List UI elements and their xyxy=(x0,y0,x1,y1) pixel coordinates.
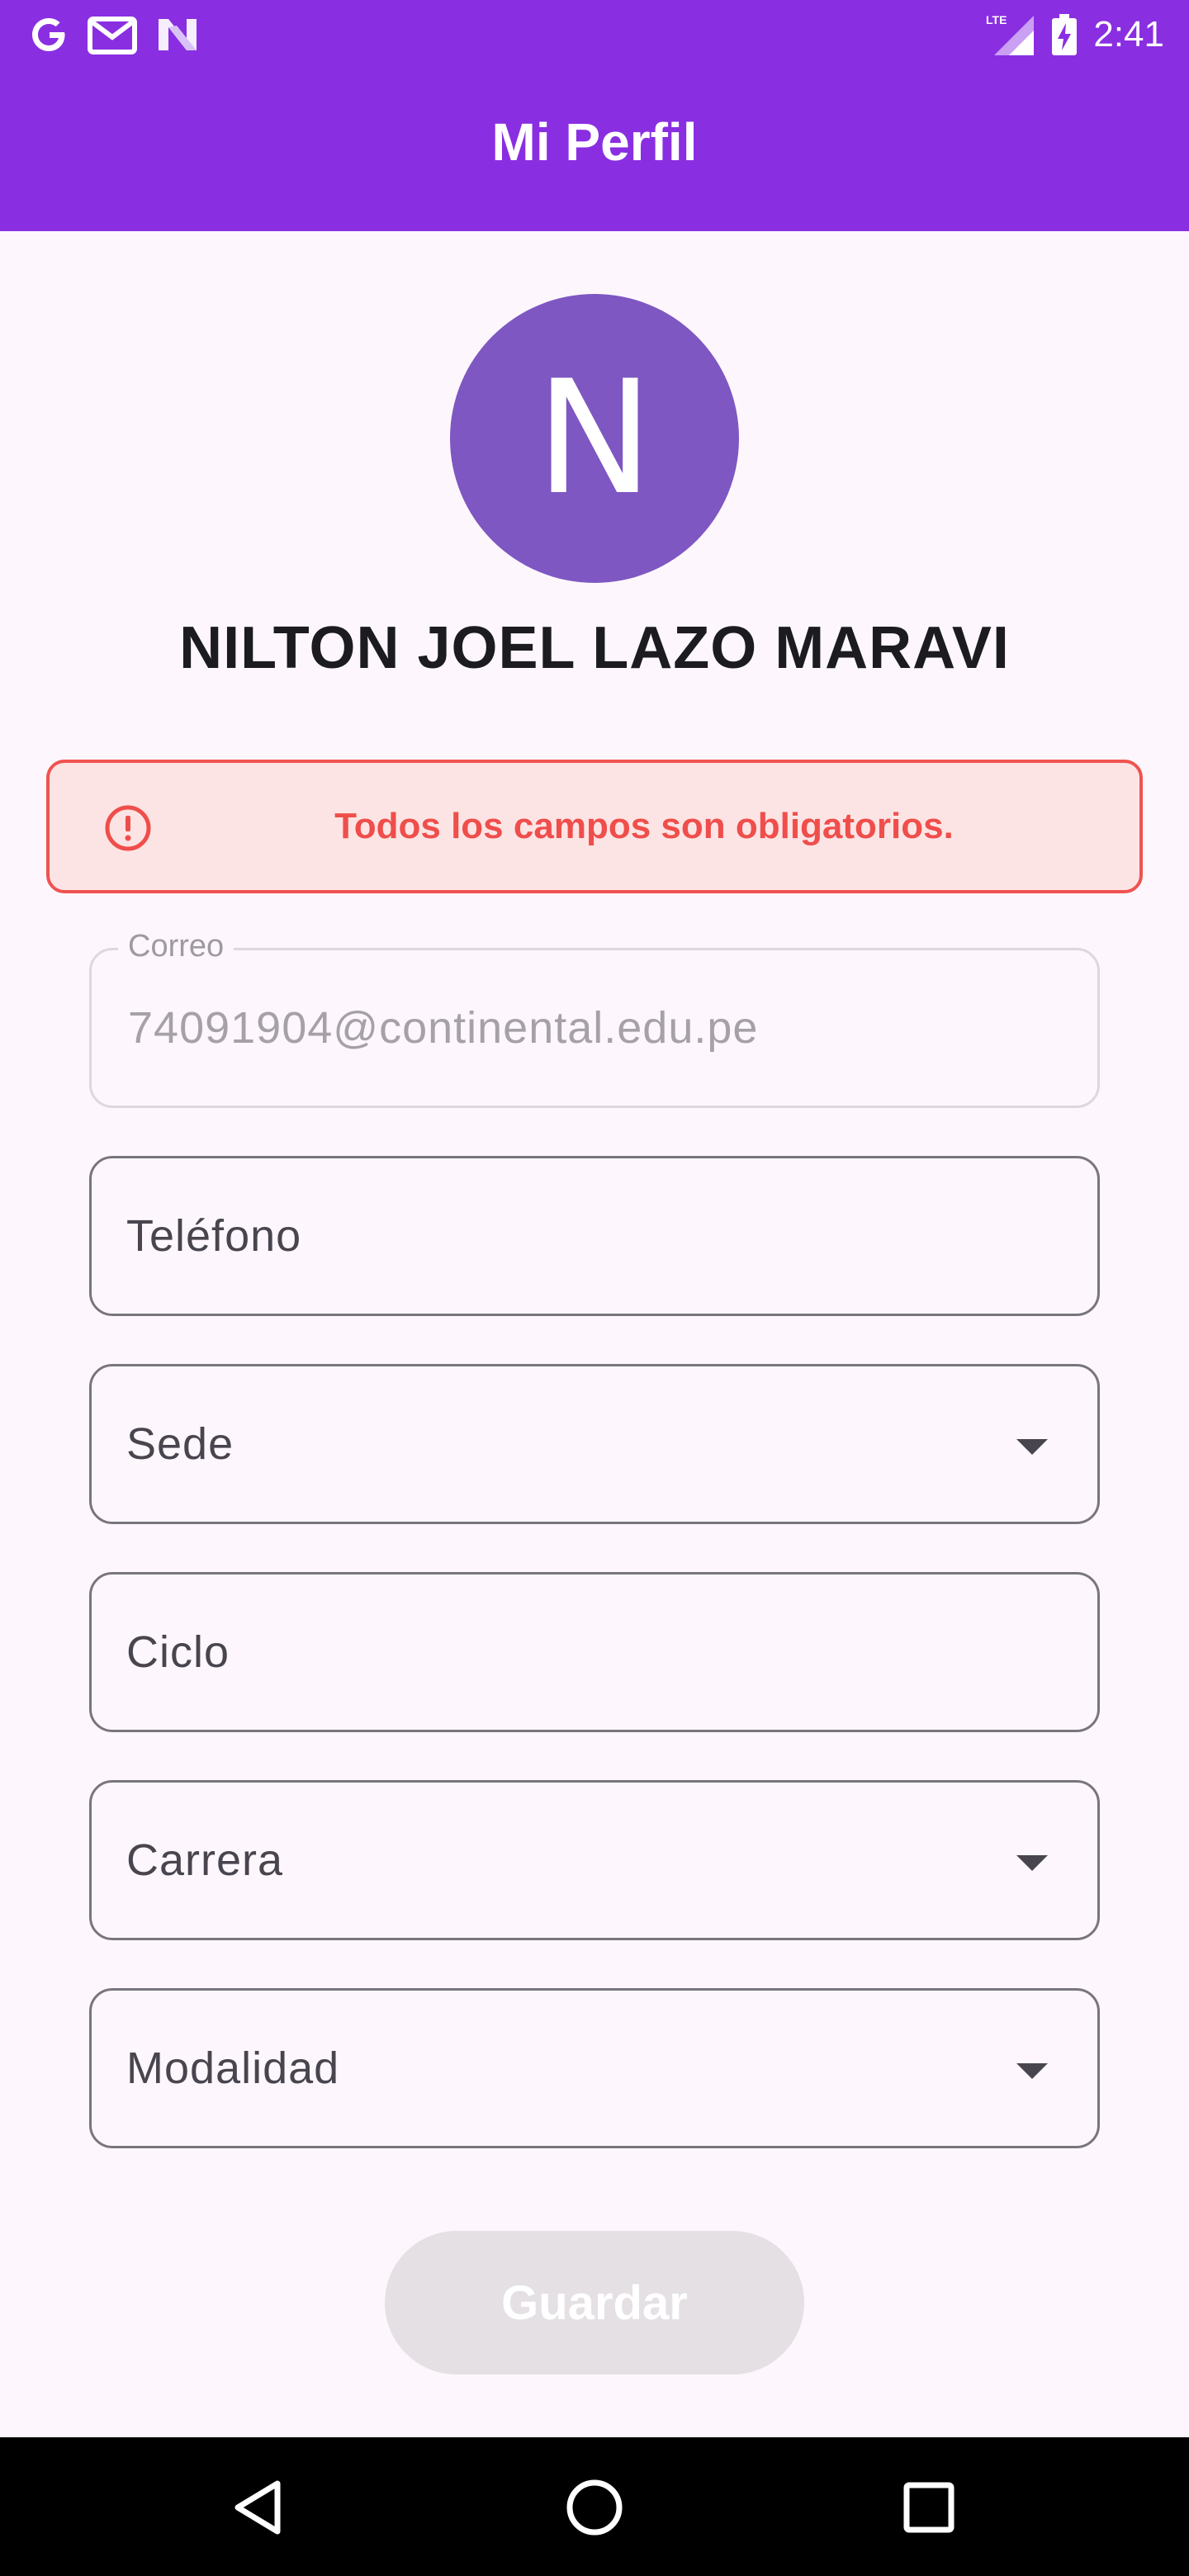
cycle-field[interactable]: Ciclo xyxy=(89,1572,1100,1732)
app-bar: Mi Perfil xyxy=(0,69,1189,231)
modality-dropdown-label: Modalidad xyxy=(126,2043,340,2093)
svg-text:LTE: LTE xyxy=(986,13,1007,26)
email-field: Correo 74091904@continental.edu.pe xyxy=(89,929,1100,1108)
status-system-icons: LTE 2:41 xyxy=(986,10,1164,59)
phone-field-label: Teléfono xyxy=(126,1211,302,1261)
campus-dropdown[interactable]: Sede xyxy=(89,1364,1100,1524)
status-bar: LTE 2:41 xyxy=(0,0,1189,69)
status-notification-icons xyxy=(28,10,200,59)
dropdown-arrow-icon xyxy=(1016,2063,1048,2079)
error-message: Todos los campos son obligatorios. xyxy=(334,806,954,846)
modality-dropdown[interactable]: Modalidad xyxy=(89,1988,1100,2148)
campus-dropdown-label: Sede xyxy=(126,1419,234,1469)
back-icon[interactable] xyxy=(223,2470,297,2545)
app-n-icon xyxy=(159,19,197,50)
save-button[interactable]: Guardar xyxy=(385,2231,804,2375)
user-name: NILTON JOEL LAZO MARAVI xyxy=(179,615,1010,681)
status-time: 2:41 xyxy=(1093,14,1164,54)
cycle-field-label: Ciclo xyxy=(126,1627,230,1677)
dropdown-arrow-icon xyxy=(1016,1855,1048,1871)
career-dropdown[interactable]: Carrera xyxy=(89,1780,1100,1940)
career-dropdown-label: Carrera xyxy=(126,1835,284,1885)
home-icon[interactable] xyxy=(557,2470,632,2545)
email-field-value: 74091904@continental.edu.pe xyxy=(128,1003,759,1053)
page-title: Mi Perfil xyxy=(491,112,698,172)
error-icon xyxy=(105,805,151,851)
battery-charging-icon xyxy=(1052,14,1078,55)
avatar: N xyxy=(450,294,739,583)
dropdown-arrow-icon xyxy=(1016,1439,1048,1455)
phone-field[interactable]: Teléfono xyxy=(89,1156,1100,1316)
error-banner: Todos los campos son obligatorios. xyxy=(46,760,1143,893)
system-navigation-bar xyxy=(0,2437,1189,2576)
avatar-initial: N xyxy=(535,347,654,529)
gmail-icon xyxy=(88,17,137,54)
google-icon xyxy=(32,18,65,51)
lte-signal-icon: LTE xyxy=(986,13,1035,55)
recents-icon[interactable] xyxy=(892,2470,966,2545)
